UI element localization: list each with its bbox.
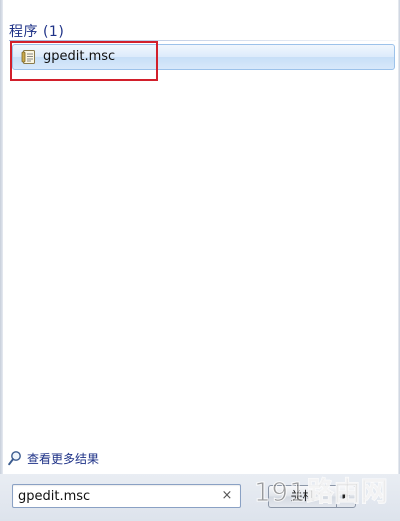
shutdown-button[interactable]: 关机	[268, 485, 336, 508]
shutdown-options-arrow-button[interactable]: ▶	[336, 485, 356, 508]
clear-search-button[interactable]: ×	[219, 488, 235, 504]
panel-left-edge	[0, 0, 3, 521]
annotation-highlight-box	[10, 41, 158, 81]
search-icon	[8, 450, 22, 466]
start-menu-panel: 程序 (1) gpedit.msc 查看更多结果 × 关	[0, 0, 400, 521]
search-input[interactable]	[18, 487, 218, 505]
see-more-results-label: 查看更多结果	[27, 452, 100, 466]
section-header-programs: 程序 (1)	[9, 24, 65, 40]
search-box[interactable]: ×	[12, 484, 241, 508]
